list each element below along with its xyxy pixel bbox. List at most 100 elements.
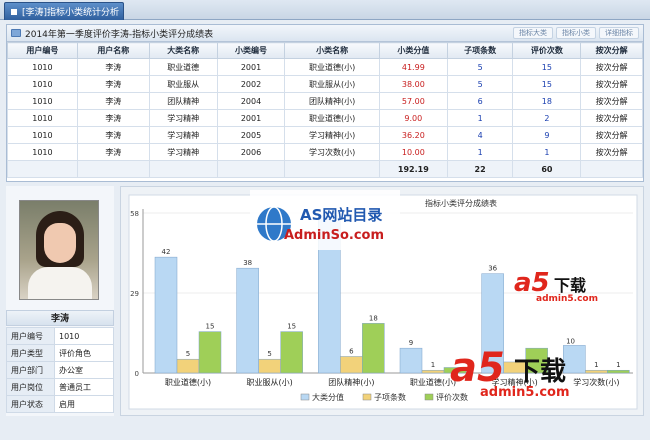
cell-breakdown[interactable]: 按次分解 — [580, 143, 643, 161]
adminso-watermark: AS网站目录 AdminSo.com — [250, 190, 400, 250]
col-subcategory-name[interactable]: 小类名称 — [284, 42, 380, 59]
bar-evals — [280, 331, 303, 374]
bar-evals — [607, 369, 630, 374]
data-label: 5 — [186, 350, 190, 358]
tab-icon — [11, 8, 17, 15]
score-table-panel: 2014年第一季度评价李涛-指标小类评分成绩表 指标大类 指标小类 详细指标 用… — [6, 24, 644, 182]
col-eval-count[interactable]: 评价次数 — [512, 42, 582, 59]
data-label: 6 — [349, 347, 354, 355]
data-label: 36 — [488, 265, 497, 273]
folder-icon — [11, 29, 21, 37]
cell-subcategory-name: 学习次数(小) — [284, 143, 380, 161]
user-info-row: 用户状态 启用 — [6, 395, 114, 413]
legend-swatch — [300, 393, 310, 401]
panel-header: 2014年第一季度评价李涛-指标小类评分成绩表 指标大类 指标小类 详细指标 — [7, 25, 643, 42]
cell-eval-count: 1 — [512, 143, 582, 161]
bar-score — [236, 267, 259, 374]
table-row[interactable]: 1010 李涛 职业服从 2002 职业服从(小) 38.00 5 15 按次分解 — [7, 75, 643, 93]
cell-eval-count: 18 — [512, 92, 582, 110]
score-table: 用户编号 用户名称 大类名称 小类编号 小类名称 小类分值 子项条数 评价次数 … — [7, 42, 643, 178]
cell-category: 团队精神 — [148, 92, 218, 110]
cell-score: 36.20 — [378, 126, 448, 144]
cell-score: 38.00 — [378, 75, 448, 93]
user-info-key: 用户岗位 — [6, 378, 55, 396]
user-profile-panel: 李涛 用户编号 1010 用户类型 评价角色 用户部门 办公室 用户岗位 普通员工 用户状态 启用 — [6, 186, 114, 416]
cell-item-count: 1 — [446, 143, 514, 161]
col-subcategory-id[interactable]: 小类编号 — [216, 42, 286, 59]
col-category-name[interactable]: 大类名称 — [148, 42, 218, 59]
col-user-name[interactable]: 用户名称 — [76, 42, 150, 59]
total-score: 192.19 — [378, 160, 448, 178]
table-row[interactable]: 1010 李涛 学习精神 2006 学习次数(小) 10.00 1 1 按次分解 — [7, 143, 643, 161]
total-eval-count: 60 — [512, 160, 582, 178]
user-info-row: 用户岗位 普通员工 — [6, 378, 114, 396]
total-breakdown — [580, 160, 643, 178]
user-info-value: 办公室 — [54, 361, 114, 379]
legend-label: 大类分值 — [312, 392, 344, 402]
cell-subcategory-name: 学习精神(小) — [284, 126, 380, 144]
cell-eval-count: 2 — [512, 109, 582, 127]
subcategory-button[interactable]: 指标小类 — [556, 27, 596, 39]
data-label: 15 — [206, 323, 215, 331]
chart-title: 指标小类评分成绩表 — [425, 198, 497, 208]
col-user-id[interactable]: 用户编号 — [7, 42, 78, 59]
cell-user-name: 李涛 — [76, 75, 150, 93]
x-tick-label: 团队精神(小) — [328, 377, 374, 387]
col-subcategory-score[interactable]: 小类分值 — [378, 42, 448, 59]
tab-subcategory-analysis[interactable]: [李涛]指标小类统计分析 — [4, 2, 124, 20]
cell-breakdown[interactable]: 按次分解 — [580, 75, 643, 93]
user-info-value: 普通员工 — [54, 378, 114, 396]
bar-evals — [362, 323, 385, 374]
cell-breakdown[interactable]: 按次分解 — [580, 92, 643, 110]
cell-breakdown[interactable]: 按次分解 — [580, 58, 643, 76]
y-tick-label: 29 — [130, 290, 139, 298]
cell-breakdown[interactable]: 按次分解 — [580, 109, 643, 127]
table-row[interactable]: 1010 李涛 职业道德 2001 职业道德(小) 41.99 5 15 按次分解 — [7, 58, 643, 76]
cell-user-id: 1010 — [7, 58, 78, 76]
y-tick-label: 0 — [135, 370, 139, 378]
adminso-title: AS网站目录 — [300, 206, 383, 224]
user-info-value: 评价角色 — [54, 344, 114, 362]
table-row[interactable]: 1010 李涛 学习精神 2001 职业道德(小) 9.00 1 2 按次分解 — [7, 109, 643, 127]
a5-url-large: admin5.com — [480, 385, 570, 400]
bar-items — [340, 356, 363, 374]
data-label: 1 — [431, 361, 435, 369]
user-info-key: 用户编号 — [6, 327, 55, 345]
a5-download-text: 下载 — [554, 276, 587, 295]
cell-subcategory-name: 团队精神(小) — [284, 92, 380, 110]
user-info-table: 用户编号 1010 用户类型 评价角色 用户部门 办公室 用户岗位 普通员工 用户状态 启用 — [6, 327, 114, 413]
cell-item-count: 5 — [446, 75, 514, 93]
cell-user-name: 李涛 — [76, 58, 150, 76]
detail-indicator-button[interactable]: 详细指标 — [599, 27, 639, 39]
cell-category: 职业服从 — [148, 75, 218, 93]
a5-watermark-bottom: a5 下载 admin5.com — [450, 345, 610, 405]
x-tick-label: 职业服从(小) — [247, 377, 293, 387]
col-breakdown[interactable]: 按次分解 — [580, 42, 643, 59]
data-label: 42 — [162, 248, 171, 256]
tab-bar: [李涛]指标小类统计分析 — [0, 0, 650, 20]
table-row[interactable]: 1010 李涛 团队精神 2004 团队精神(小) 57.00 6 18 按次分解 — [7, 92, 643, 110]
category-button[interactable]: 指标大类 — [513, 27, 553, 39]
legend-label: 子项条数 — [374, 392, 406, 402]
cell-user-id: 1010 — [7, 126, 78, 144]
a5-url: admin5.com — [536, 294, 598, 304]
total-user-name — [76, 160, 150, 178]
col-item-count[interactable]: 子项条数 — [446, 42, 514, 59]
cell-category: 学习精神 — [148, 109, 218, 127]
user-info-row: 用户部门 办公室 — [6, 361, 114, 379]
cell-category: 学习精神 — [148, 143, 218, 161]
a5-download-text-large: 下载 — [514, 357, 567, 387]
data-label: 1 — [616, 361, 620, 369]
table-row[interactable]: 1010 李涛 学习精神 2005 学习精神(小) 36.20 4 9 按次分解 — [7, 126, 643, 144]
bar-items — [176, 358, 200, 374]
data-label: 38 — [243, 259, 252, 267]
cell-breakdown[interactable]: 按次分解 — [580, 126, 643, 144]
cell-user-id: 1010 — [7, 92, 78, 110]
user-info-key: 用户状态 — [6, 395, 55, 413]
cell-subcategory-id: 2001 — [216, 58, 286, 76]
user-info-key: 用户类型 — [6, 344, 55, 362]
user-info-value: 启用 — [54, 395, 114, 413]
cell-subcategory-id: 2002 — [216, 75, 286, 93]
a5-watermark-top: a5 下载 admin5.com — [514, 268, 610, 308]
user-info-key: 用户部门 — [6, 361, 55, 379]
